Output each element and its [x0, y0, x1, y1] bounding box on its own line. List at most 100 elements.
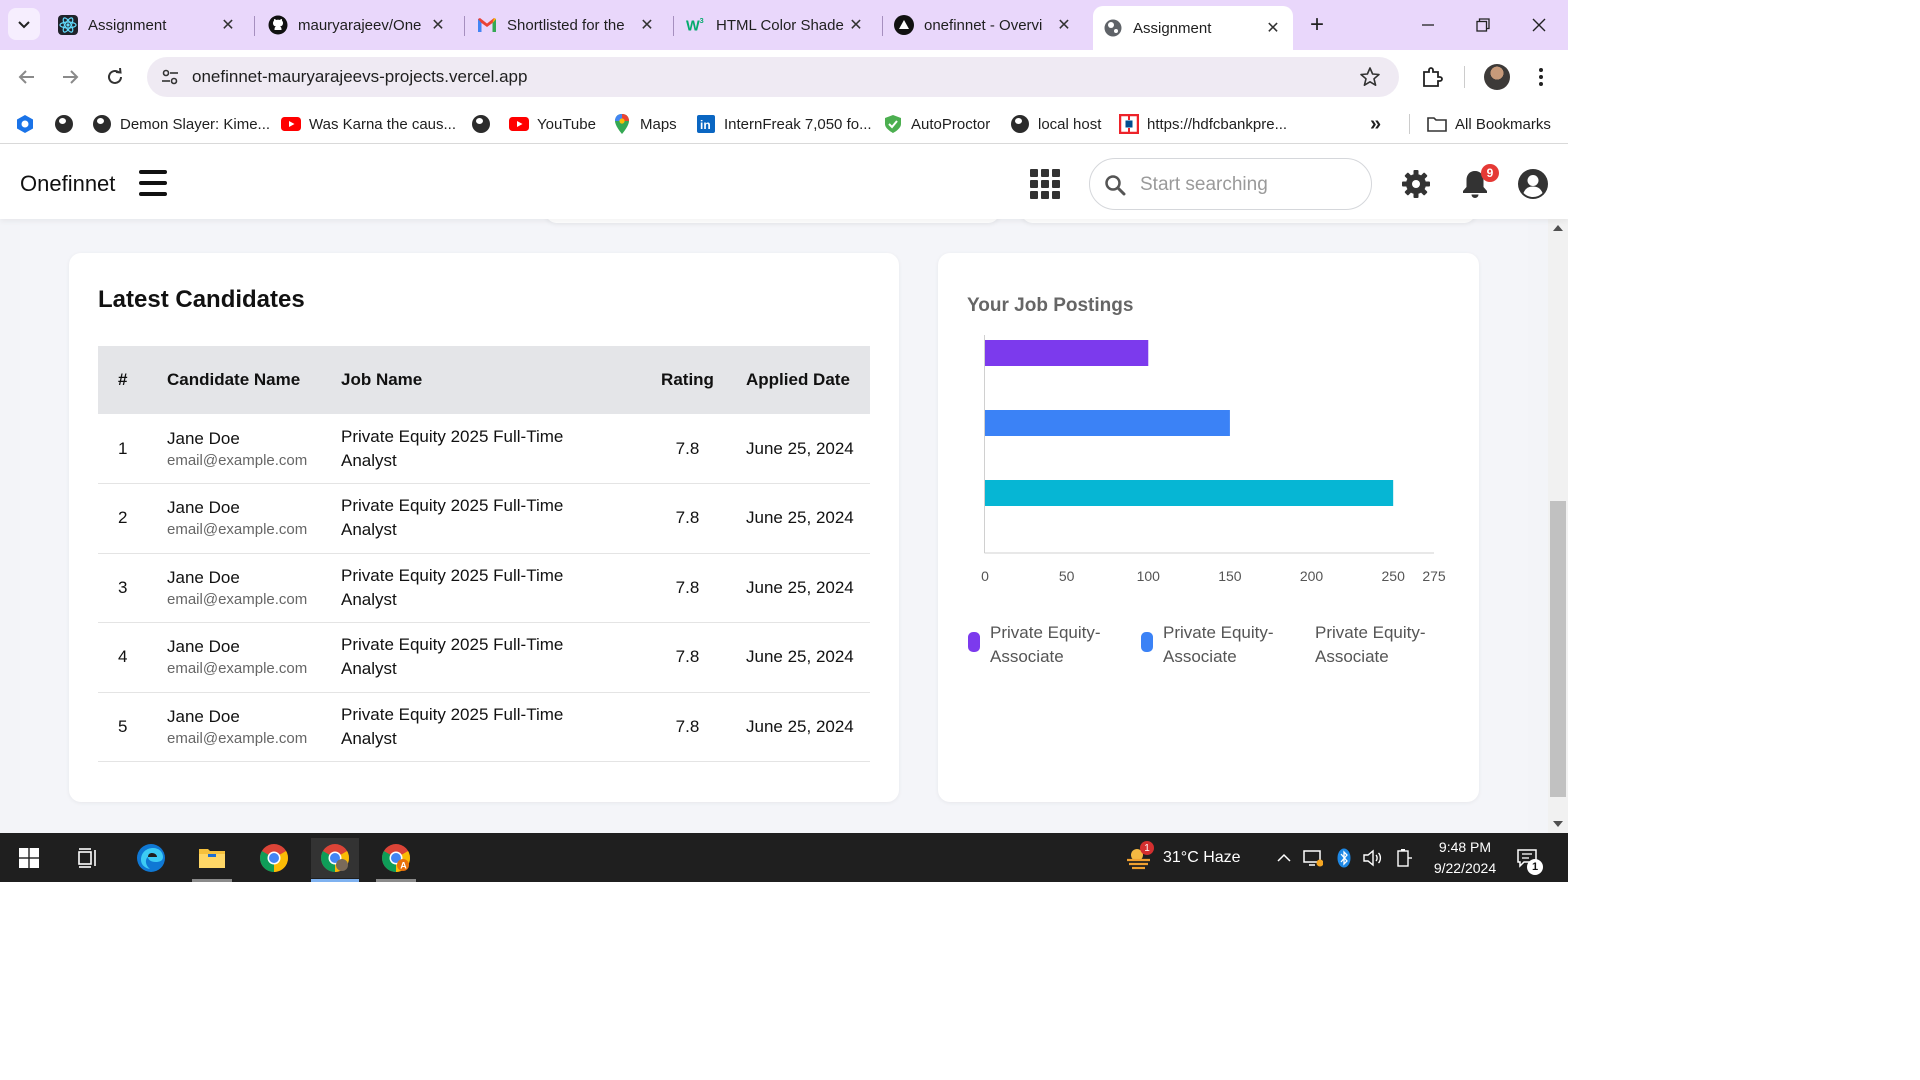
task-view-button[interactable] — [64, 838, 112, 878]
search-icon — [1104, 174, 1126, 201]
browser-tab[interactable]: onefinnet - Overvi ✕ — [884, 6, 1084, 44]
close-icon[interactable]: ✕ — [637, 15, 657, 35]
candidate-name[interactable]: Jane Doe — [167, 496, 341, 520]
bookmark-label: local host — [1038, 115, 1102, 133]
column-header: Job Name — [341, 370, 423, 389]
scroll-down-arrow[interactable] — [1553, 821, 1563, 827]
bookmark-globe[interactable] — [54, 112, 82, 136]
bookmark-item[interactable]: Maps — [612, 112, 677, 136]
table-row[interactable]: 3 Jane Doe email@example.com Private Equity… — [98, 553, 870, 623]
more-bookmarks-button[interactable]: » — [1370, 112, 1381, 136]
bookmark-star-icon[interactable] — [1359, 66, 1381, 93]
bar — [985, 410, 1230, 436]
close-window-button[interactable] — [1519, 10, 1559, 40]
table-row[interactable]: 1 Jane Doe email@example.com Private Equity… — [98, 414, 870, 484]
candidate-cell: Jane Doe email@example.com — [167, 414, 341, 484]
bookmark-label: Was Karna the caus... — [309, 115, 457, 133]
browser-tab[interactable]: W3 HTML Color Shade ✕ — [676, 6, 876, 44]
notification-center-button[interactable] — [1505, 838, 1549, 878]
new-tab-button[interactable]: + — [1302, 10, 1332, 40]
bookmark-item[interactable]: https://hdfcbankpre... — [1119, 112, 1287, 136]
all-bookmarks-button[interactable]: All Bookmarks — [1427, 112, 1551, 136]
chrome-profile-button[interactable]: A — [372, 838, 420, 882]
reload-button[interactable] — [100, 62, 130, 92]
close-icon[interactable]: ✕ — [1054, 15, 1074, 35]
hdfc-icon — [1119, 114, 1139, 134]
extensions-button[interactable] — [1417, 62, 1447, 92]
legend-item[interactable]: Private Equity-Associate — [968, 621, 1138, 677]
file-explorer-button[interactable] — [188, 838, 236, 882]
candidate-name[interactable]: Jane Doe — [167, 427, 341, 451]
tab-separator — [464, 16, 465, 36]
system-clock[interactable]: 9:48 PM 9/22/2024 — [1420, 837, 1510, 879]
close-icon[interactable]: ✕ — [1263, 18, 1283, 38]
job-name: Private Equity 2025 Full-Time Analyst — [341, 496, 564, 540]
table-row[interactable]: 5 Jane Doe email@example.com Private Equity… — [98, 692, 870, 762]
browser-tab[interactable]: Assignment ✕ — [48, 6, 248, 44]
settings-button[interactable] — [1399, 167, 1433, 201]
bookmark-label: YouTube — [537, 115, 596, 133]
scroll-up-arrow[interactable] — [1553, 225, 1563, 231]
github-icon — [268, 15, 288, 35]
notification-count-badge: 9 — [1481, 164, 1499, 182]
page-scrollbar[interactable] — [1548, 219, 1568, 833]
apps-grid-icon[interactable] — [1030, 169, 1060, 199]
legend-item[interactable]: Private Equity-Associate — [1315, 621, 1485, 677]
battery-button[interactable] — [1384, 838, 1424, 878]
table-row[interactable]: 4 Jane Doe email@example.com Private Equity… — [98, 623, 870, 692]
tab-search-button[interactable] — [8, 8, 40, 40]
start-button[interactable] — [5, 838, 53, 878]
bookmark-globe[interactable] — [471, 112, 499, 136]
tab-title: Shortlisted for the — [507, 16, 625, 34]
profile-avatar[interactable] — [1484, 64, 1510, 90]
chrome-button[interactable] — [250, 838, 298, 878]
bookmark-item[interactable]: Was Karna the caus... — [281, 112, 456, 136]
svg-text:A: A — [400, 861, 407, 871]
bookmark-extension[interactable] — [15, 112, 43, 136]
close-icon[interactable]: ✕ — [428, 15, 448, 35]
back-button[interactable] — [12, 62, 42, 92]
search-field[interactable] — [1089, 158, 1372, 210]
candidate-name[interactable]: Jane Doe — [167, 705, 341, 729]
rating: 7.8 — [675, 438, 700, 458]
url-text[interactable]: onefinnet-mauryarajeevs-projects.vercel.… — [192, 67, 527, 87]
weather-widget[interactable] — [1115, 838, 1163, 878]
chrome-profile-button-active[interactable] — [311, 838, 359, 882]
account-button[interactable] — [1516, 167, 1550, 201]
chrome-icon — [260, 844, 288, 872]
close-icon[interactable]: ✕ — [218, 15, 238, 35]
minimize-button[interactable] — [1408, 10, 1448, 40]
bookmark-item[interactable]: in InternFreak 7,050 fo... — [696, 112, 872, 136]
edge-button[interactable] — [127, 838, 175, 878]
battery-plug-icon — [1397, 849, 1412, 867]
forward-button[interactable] — [55, 62, 85, 92]
scrollbar-thumb[interactable] — [1550, 501, 1566, 797]
browser-menu-button[interactable] — [1526, 62, 1556, 92]
menu-toggle-button[interactable] — [139, 170, 167, 196]
tab-separator — [254, 16, 255, 36]
legend-item[interactable]: Private Equity-Associate — [1141, 621, 1311, 677]
bookmark-item[interactable]: YouTube — [509, 112, 596, 136]
column-header: Rating — [661, 370, 714, 389]
bookmark-item[interactable]: AutoProctor — [883, 112, 990, 136]
search-input[interactable] — [1140, 171, 1360, 199]
address-bar[interactable]: onefinnet-mauryarajeevs-projects.vercel.… — [147, 57, 1399, 97]
candidate-name[interactable]: Jane Doe — [167, 635, 341, 659]
bookmark-item[interactable]: Demon Slayer: Kime... — [92, 112, 270, 136]
browser-tab[interactable]: mauryarajeev/One ✕ — [258, 6, 458, 44]
brand-logo[interactable]: Onefinnet — [20, 171, 115, 197]
site-info-icon[interactable] — [159, 66, 181, 88]
column-header: Applied Date — [746, 370, 850, 389]
browser-tab[interactable]: Shortlisted for the ✕ — [467, 6, 667, 44]
restore-button[interactable] — [1463, 10, 1503, 40]
candidate-cell: Jane Doe email@example.com — [167, 692, 341, 762]
edge-icon — [137, 844, 165, 872]
candidates-table: # Candidate Name Job Name Rating Applied… — [98, 346, 870, 762]
table-row[interactable]: 2 Jane Doe email@example.com Private Equity… — [98, 484, 870, 553]
candidate-name[interactable]: Jane Doe — [167, 566, 341, 590]
close-icon[interactable]: ✕ — [846, 15, 866, 35]
bookmark-item[interactable]: local host — [1010, 112, 1101, 136]
vercel-icon — [894, 15, 914, 35]
weather-text[interactable]: 31°C Haze — [1163, 849, 1241, 867]
browser-tab-active[interactable]: Assignment ✕ — [1093, 6, 1293, 50]
